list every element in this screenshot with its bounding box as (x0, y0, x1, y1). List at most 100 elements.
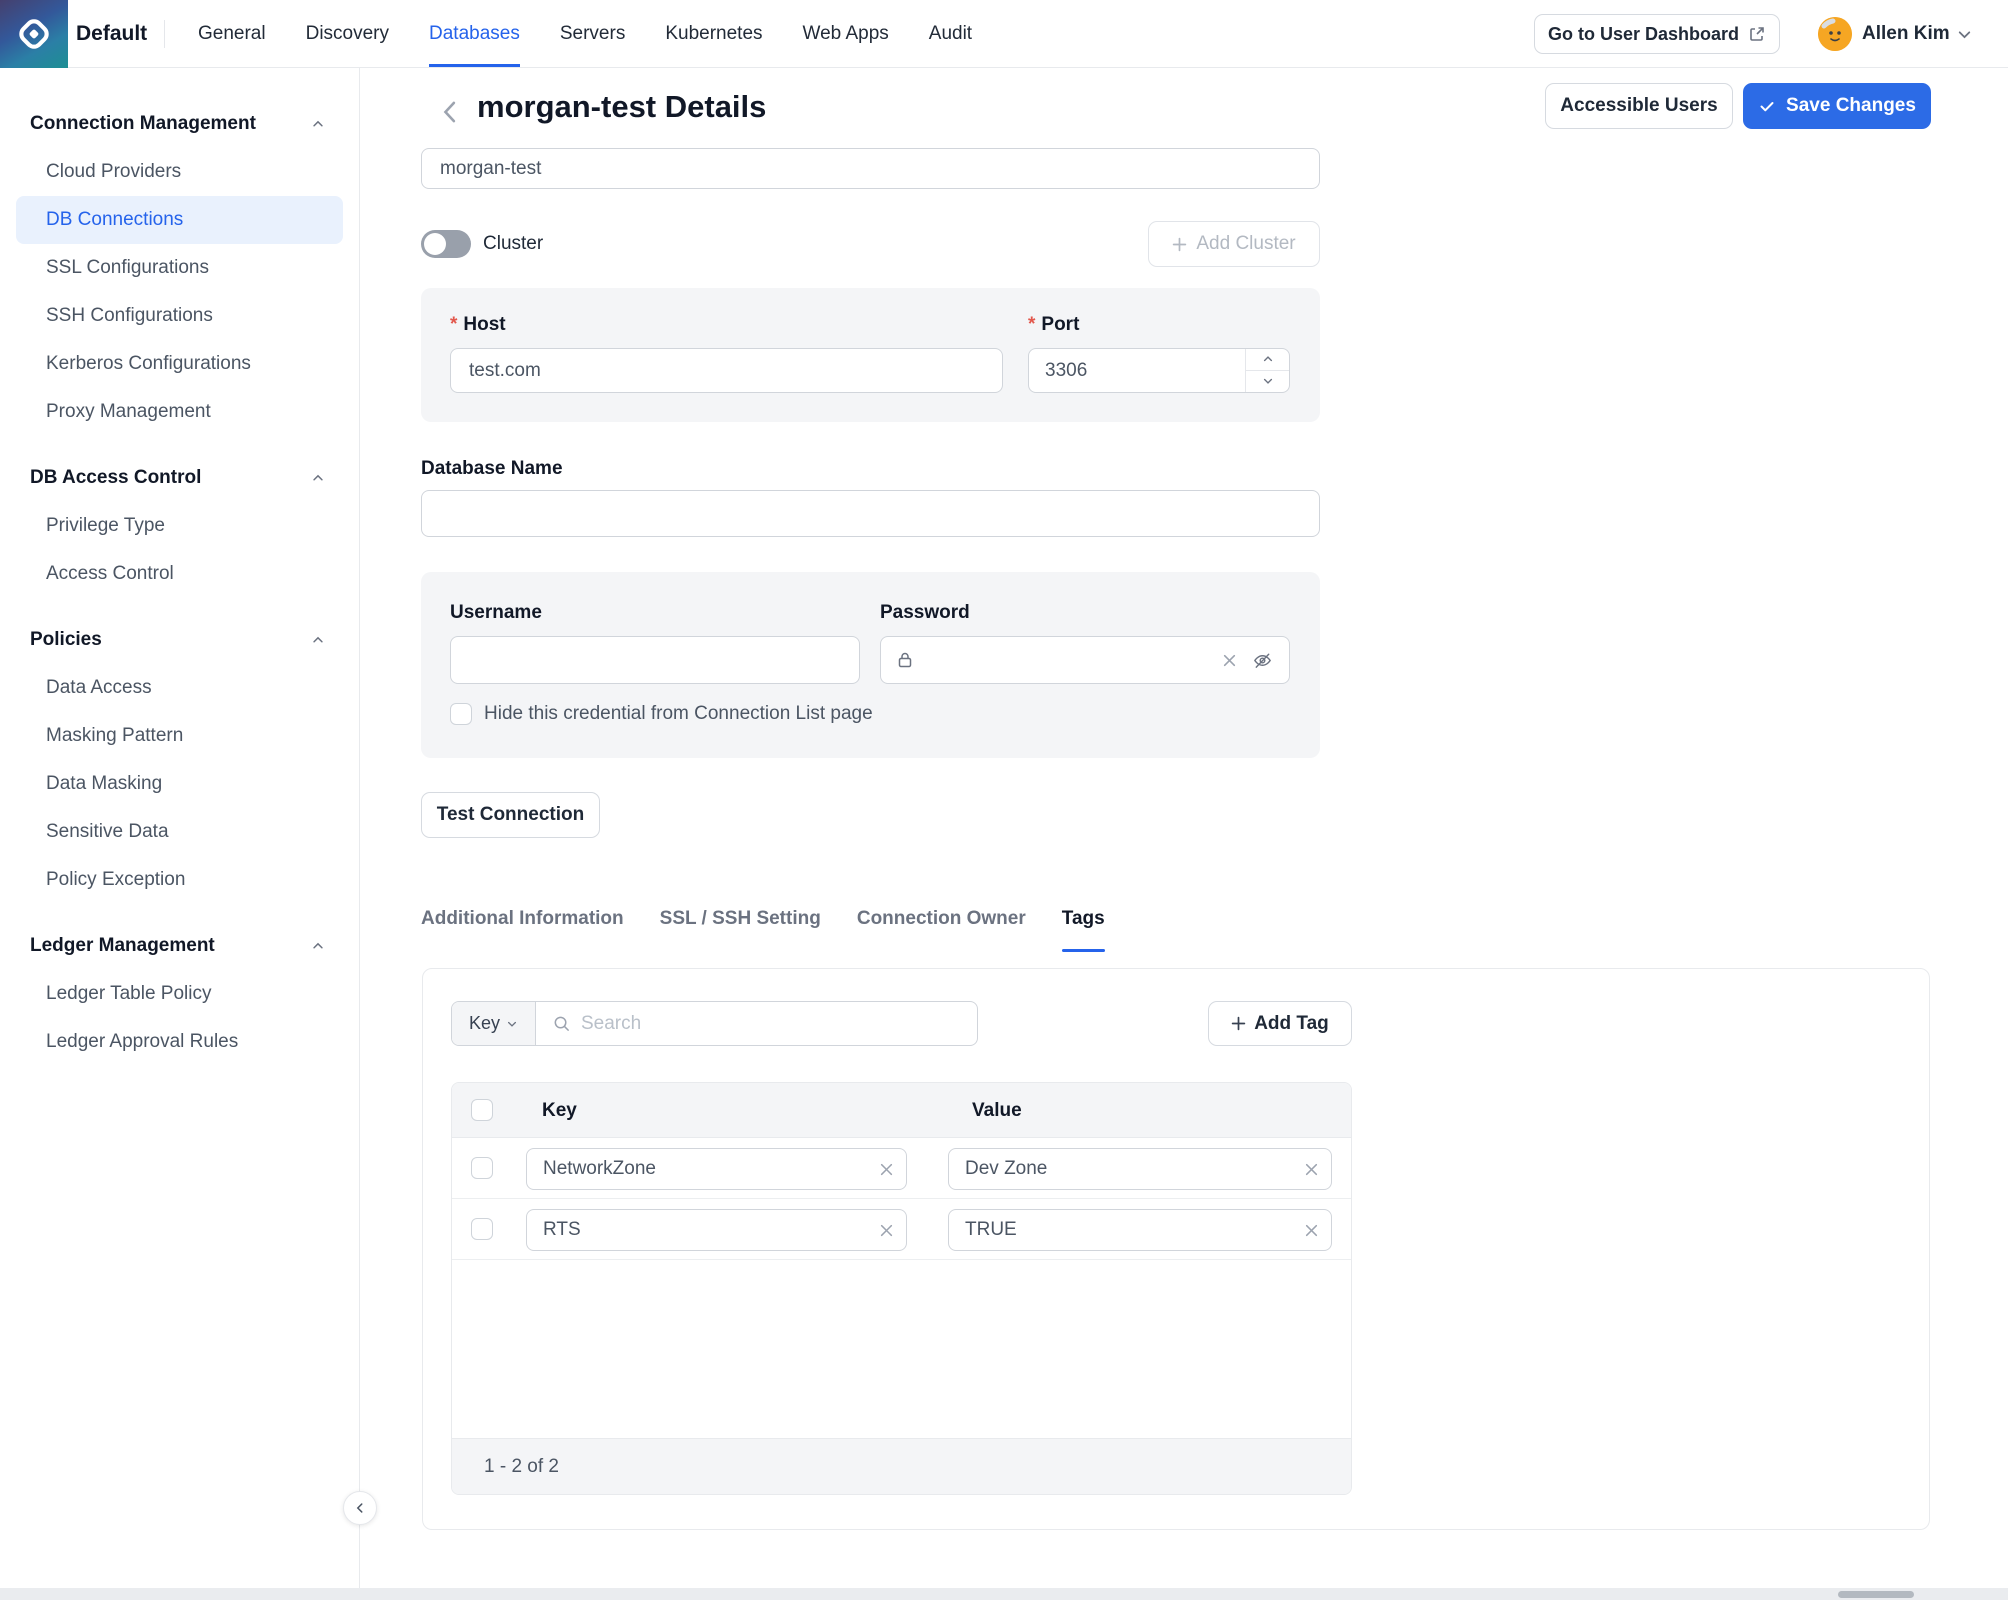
plus-icon (1172, 237, 1187, 252)
nav-servers[interactable]: Servers (560, 0, 625, 67)
sidebar-item-db-connections[interactable]: DB Connections (16, 196, 343, 244)
connection-name-field-wrap (421, 148, 1320, 189)
clear-icon[interactable] (879, 1223, 894, 1238)
tags-table-header: Key Value (452, 1083, 1351, 1138)
row-checkbox[interactable] (471, 1157, 493, 1179)
password-field-wrap (880, 636, 1290, 684)
chevron-down-icon[interactable] (1956, 26, 1973, 43)
topbar: Default General Discovery Databases Serv… (0, 0, 2008, 68)
nav-databases[interactable]: Databases (429, 0, 520, 67)
chevron-up-icon (311, 117, 325, 131)
connection-name-input[interactable] (421, 148, 1320, 189)
tab-connection-owner[interactable]: Connection Owner (857, 907, 1026, 931)
required-asterisk: * (450, 314, 457, 336)
sidebar-item-privilege-type[interactable]: Privilege Type (16, 502, 343, 550)
host-label-text: Host (463, 314, 505, 336)
tag-key-cell (526, 1148, 907, 1190)
user-name[interactable]: Allen Kim (1862, 0, 1950, 67)
clear-icon[interactable] (1304, 1162, 1319, 1177)
chevron-up-icon (311, 633, 325, 647)
sidebar-item-sensitive-data[interactable]: Sensitive Data (16, 808, 343, 856)
sidebar-section-db-access-control: DB Access Control Privilege Type Access … (16, 454, 343, 598)
back-button[interactable] (438, 98, 462, 126)
test-connection-button[interactable]: Test Connection (421, 792, 600, 838)
cluster-toggle[interactable] (421, 230, 471, 258)
table-row (452, 1199, 1351, 1260)
tag-key-input[interactable] (526, 1209, 907, 1251)
stepper-up-button[interactable] (1246, 349, 1289, 371)
hide-credential-checkbox[interactable] (450, 703, 472, 725)
username-input[interactable] (450, 636, 860, 684)
chevron-left-icon (353, 1501, 367, 1515)
tab-additional-information[interactable]: Additional Information (421, 907, 624, 931)
go-to-user-dashboard-button[interactable]: Go to User Dashboard (1534, 14, 1780, 54)
port-input[interactable] (1029, 349, 1245, 392)
save-changes-label: Save Changes (1786, 95, 1916, 117)
nav-general[interactable]: General (198, 0, 266, 67)
nav-kubernetes[interactable]: Kubernetes (665, 0, 762, 67)
sidebar-item-ssh-configurations[interactable]: SSH Configurations (16, 292, 343, 340)
search-icon (552, 1014, 571, 1033)
sidebar-item-data-access[interactable]: Data Access (16, 664, 343, 712)
add-tag-button[interactable]: Add Tag (1208, 1001, 1352, 1046)
add-tag-label: Add Tag (1254, 1013, 1329, 1035)
nav-web-apps[interactable]: Web Apps (803, 0, 889, 67)
sidebar-item-data-masking[interactable]: Data Masking (16, 760, 343, 808)
lock-icon (895, 650, 915, 670)
sidebar-section-connection-management: Connection Management Cloud Providers DB… (16, 100, 343, 436)
stepper-down-button[interactable] (1246, 371, 1289, 393)
row-checkbox[interactable] (471, 1218, 493, 1240)
sidebar-item-ssl-configurations[interactable]: SSL Configurations (16, 244, 343, 292)
app-logo[interactable] (0, 0, 68, 68)
avatar[interactable] (1818, 17, 1852, 51)
sidebar-item-policy-exception[interactable]: Policy Exception (16, 856, 343, 904)
horizontal-scrollbar[interactable] (0, 1588, 2008, 1600)
column-header-key: Key (542, 1083, 577, 1138)
pagination-label: 1 - 2 of 2 (484, 1456, 559, 1478)
tag-key-input[interactable] (526, 1148, 907, 1190)
sidebar-item-access-control[interactable]: Access Control (16, 550, 343, 598)
sidebar-item-ledger-approval-rules[interactable]: Ledger Approval Rules (16, 1018, 343, 1066)
clear-icon[interactable] (1222, 653, 1237, 668)
tag-value-input[interactable] (948, 1148, 1332, 1190)
sidebar-header-db-access-control[interactable]: DB Access Control (16, 454, 343, 502)
sidebar-header-label: Policies (30, 629, 102, 651)
select-all-checkbox[interactable] (471, 1099, 493, 1121)
sidebar-header-connection-management[interactable]: Connection Management (16, 100, 343, 148)
accessible-users-button[interactable]: Accessible Users (1545, 83, 1733, 129)
tag-search-input[interactable] (581, 1013, 911, 1035)
database-name-field-wrap (421, 490, 1320, 537)
tab-ssl-ssh-setting[interactable]: SSL / SSH Setting (660, 907, 821, 931)
password-input[interactable] (925, 637, 1195, 683)
database-name-input[interactable] (421, 490, 1320, 537)
nav-audit[interactable]: Audit (929, 0, 972, 67)
pagination: 1 - 2 of 2 (452, 1438, 1351, 1494)
sidebar-item-cloud-providers[interactable]: Cloud Providers (16, 148, 343, 196)
sidebar-header-label: Connection Management (30, 113, 256, 135)
org-name[interactable]: Default (76, 0, 147, 67)
tag-value-input[interactable] (948, 1209, 1332, 1251)
scrollbar-thumb[interactable] (1838, 1591, 1914, 1598)
tab-tags[interactable]: Tags (1062, 907, 1105, 931)
sidebar-item-kerberos-configurations[interactable]: Kerberos Configurations (16, 340, 343, 388)
chevron-left-icon (439, 99, 461, 125)
search-field-selector[interactable]: Key (452, 1002, 536, 1045)
sidebar-item-ledger-table-policy[interactable]: Ledger Table Policy (16, 970, 343, 1018)
test-connection-label: Test Connection (437, 804, 584, 826)
sidebar-item-masking-pattern[interactable]: Masking Pattern (16, 712, 343, 760)
sidebar-section-ledger-management: Ledger Management Ledger Table Policy Le… (16, 922, 343, 1066)
sidebar-header-ledger-management[interactable]: Ledger Management (16, 922, 343, 970)
host-input[interactable] (450, 348, 1003, 393)
plus-icon (1231, 1016, 1246, 1031)
clear-icon[interactable] (1304, 1223, 1319, 1238)
sidebar-header-policies[interactable]: Policies (16, 616, 343, 664)
eye-off-icon[interactable] (1252, 650, 1273, 671)
sidebar-item-proxy-management[interactable]: Proxy Management (16, 388, 343, 436)
sidebar-collapse-button[interactable] (343, 1491, 377, 1525)
add-cluster-button[interactable]: Add Cluster (1148, 221, 1320, 267)
port-field-wrap (1028, 348, 1290, 393)
save-changes-button[interactable]: Save Changes (1743, 83, 1931, 129)
nav-discovery[interactable]: Discovery (306, 0, 389, 67)
tag-search-area (536, 1002, 977, 1045)
clear-icon[interactable] (879, 1162, 894, 1177)
